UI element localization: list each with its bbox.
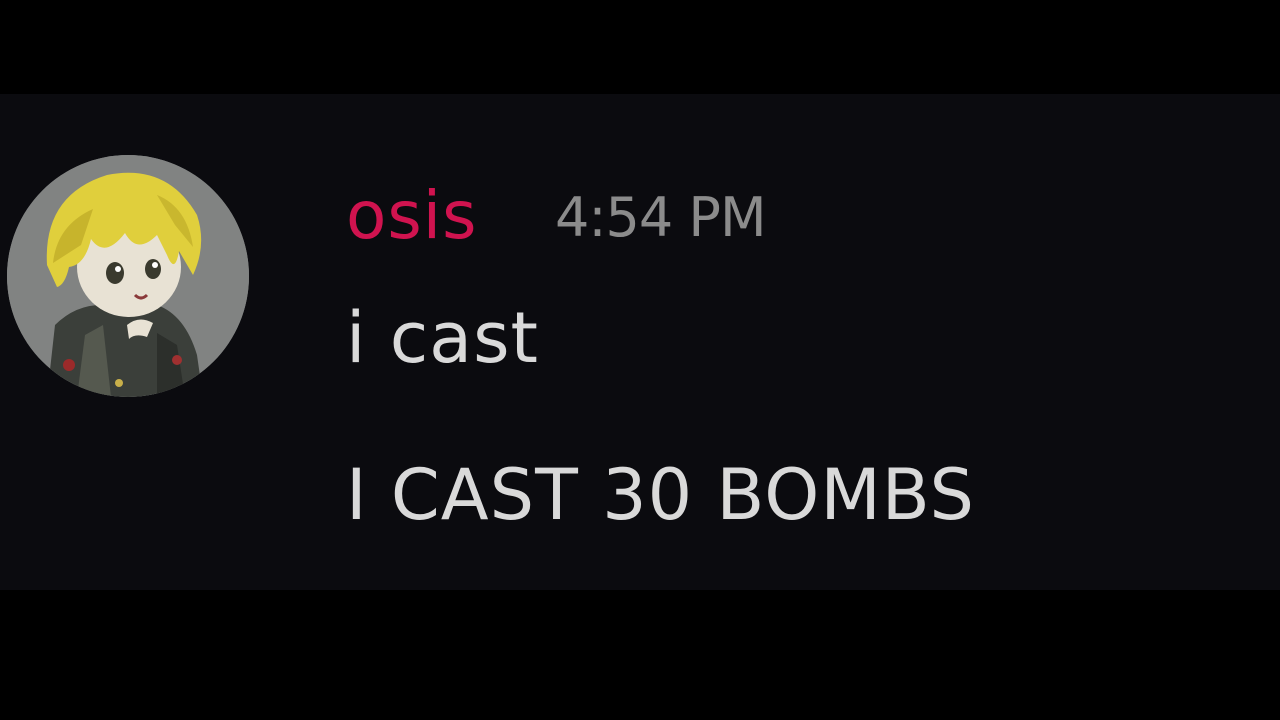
message-text-line: I CAST 30 BOMBS xyxy=(346,454,975,536)
username[interactable]: osis xyxy=(346,178,478,254)
message-text-line: i cast xyxy=(346,297,539,379)
user-avatar-icon[interactable] xyxy=(7,155,249,397)
message-timestamp: 4:54 PM xyxy=(555,186,767,249)
